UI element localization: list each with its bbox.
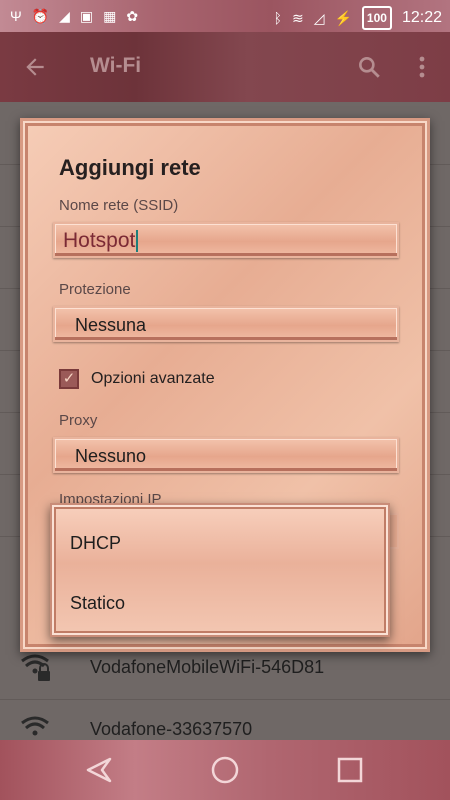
security-select[interactable]: Nessuna [53,306,399,342]
recents-nav-icon[interactable] [335,755,365,785]
advanced-options-checkbox[interactable]: ✓ [59,369,79,389]
wifi-signal-icon: ≋ [291,10,304,26]
network-name: Vodafone-33637570 [90,719,253,739]
text-cursor [136,230,139,253]
ssid-input[interactable]: Hotspot [53,222,399,258]
android-icon: ✿ [126,8,139,24]
bluetooth-icon: ᛒ [273,10,282,26]
proxy-select[interactable]: Nessuno [53,437,399,473]
dropdown-option-static[interactable]: Statico [52,573,388,633]
ssid-label: Nome rete (SSID) [59,197,179,214]
ip-settings-dropdown: DHCP Statico [50,503,390,637]
dropdown-option-dhcp[interactable]: DHCP [52,513,388,573]
gallery-icon: ▣ [79,8,94,24]
search-icon[interactable] [356,54,382,80]
security-label: Protezione [59,281,131,298]
ssid-value: Hotspot [63,229,139,253]
proxy-value: Nessuno [75,446,147,466]
status-bar: Ψ ⏰ ◢ ▣ ▦ ✿ ᛒ ≋ ◿ ⚡ 100 12:22 [0,0,450,32]
more-options-icon[interactable] [412,54,432,80]
dialog-title: Aggiungi rete [59,155,201,180]
alarm-icon: ⏰ [31,8,50,24]
app-bar: Wi-Fi [0,32,450,102]
page-title: Wi-Fi [90,54,142,77]
sim-icon: ◢ [59,8,70,24]
advanced-options-label: Opzioni avanzate [91,370,215,387]
network-name: VodafoneMobileWiFi-546D81 [90,657,325,677]
proxy-label: Proxy [59,412,98,429]
calendar-icon: ▦ [103,8,117,24]
security-value: Nessuna [75,315,147,335]
back-arrow-icon[interactable] [22,54,48,80]
home-nav-icon[interactable] [210,755,240,785]
navigation-bar [0,740,450,800]
charging-icon: ⚡ [334,10,352,26]
clock: 12:22 [401,9,442,26]
usb-icon: Ψ [10,8,22,24]
back-nav-icon[interactable] [84,755,114,785]
no-sim-icon: ◿ [313,10,325,26]
wifi-lock-icon [21,654,50,681]
option-label: DHCP [70,533,122,553]
battery-indicator: 100 [361,6,392,30]
option-label: Statico [70,593,126,613]
